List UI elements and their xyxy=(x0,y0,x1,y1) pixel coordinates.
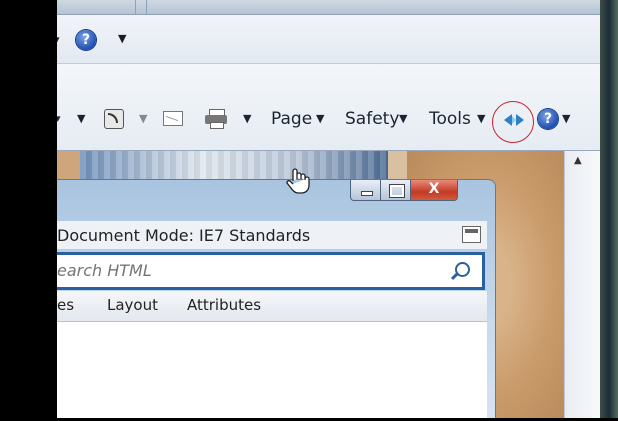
dev-tools-tabs: es Layout Attributes xyxy=(57,291,487,322)
help-icon[interactable]: ? xyxy=(538,109,558,129)
chevron-down-icon[interactable]: ▾ xyxy=(57,112,61,125)
feeds-icon[interactable] xyxy=(104,109,124,129)
home-dropdown-arrow[interactable]: ▼ xyxy=(77,112,85,125)
maximize-icon[interactable] xyxy=(380,180,412,201)
feeds-dropdown-arrow[interactable]: ▼ xyxy=(139,112,147,125)
page-menu[interactable]: Page xyxy=(271,109,312,129)
tools-menu[interactable]: Tools xyxy=(429,109,471,129)
document-mode-bar: Document Mode: IE7 Standards xyxy=(57,221,487,250)
favorites-bar: ▾ ? ▼ xyxy=(57,15,600,64)
safety-dropdown-arrow[interactable]: ▼ xyxy=(399,112,407,125)
tab[interactable] xyxy=(57,0,136,14)
tab-attributes[interactable]: Attributes xyxy=(187,296,261,314)
tab-styles[interactable]: es xyxy=(57,296,74,314)
search-icon[interactable] xyxy=(455,262,470,277)
print-dropdown-arrow[interactable]: ▼ xyxy=(243,112,251,125)
vertical-scrollbar[interactable]: ▲ xyxy=(564,151,600,418)
command-bar: ▾ ▼ ▼ ▼ Page ▼ Safety ▼ Tools ▼ ? ▼ xyxy=(57,64,600,151)
highlight-circle xyxy=(492,101,534,143)
dev-tools-pane xyxy=(57,322,487,418)
page-dropdown-arrow[interactable]: ▼ xyxy=(316,112,324,125)
tools-dropdown-arrow[interactable]: ▼ xyxy=(477,112,485,125)
help-dropdown-arrow[interactable]: ▼ xyxy=(562,112,570,125)
minimize-icon[interactable] xyxy=(350,180,382,201)
help-icon[interactable]: ? xyxy=(76,30,96,50)
search-box xyxy=(57,252,485,290)
mail-icon[interactable] xyxy=(163,111,183,126)
window-controls: X xyxy=(350,180,490,204)
print-icon[interactable] xyxy=(205,109,227,129)
ie-window: ▾ ? ▼ ▾ ▼ ▼ ▼ Page ▼ Safety ▼ Tools ▼ ? … xyxy=(57,0,600,418)
tab[interactable] xyxy=(136,0,147,14)
safety-menu[interactable]: Safety xyxy=(345,109,399,129)
developer-tools-window: X Document Mode: IE7 Standards es Layout… xyxy=(57,179,496,418)
tab-layout[interactable]: Layout xyxy=(107,296,158,314)
chevron-down-icon[interactable]: ▼ xyxy=(118,32,126,45)
hand-cursor-icon xyxy=(285,167,311,195)
document-mode-label[interactable]: Document Mode: IE7 Standards xyxy=(57,226,310,245)
desktop-background xyxy=(600,0,618,418)
close-icon[interactable]: X xyxy=(410,180,458,201)
minimize-pane-icon[interactable] xyxy=(462,226,481,243)
tab-strip xyxy=(57,0,600,15)
search-input[interactable] xyxy=(57,257,437,283)
scroll-up-icon[interactable]: ▲ xyxy=(574,155,582,166)
chevron-down-icon[interactable]: ▾ xyxy=(57,33,60,46)
